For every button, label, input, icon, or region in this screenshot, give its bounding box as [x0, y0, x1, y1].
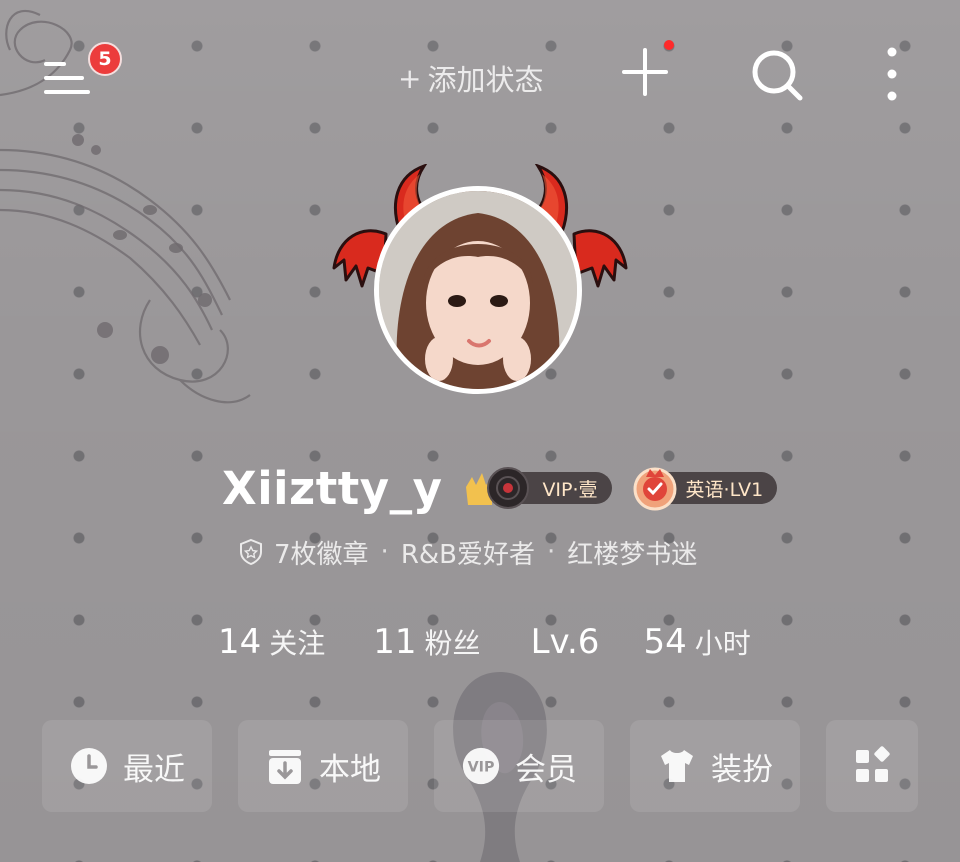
profile-stats: 14 关注 11 粉丝 Lv.6 54 小时: [218, 622, 751, 670]
recent-label: 最近: [123, 751, 185, 788]
local-button[interactable]: 本地: [238, 720, 408, 812]
followers-stat[interactable]: 11 粉丝: [373, 622, 480, 662]
listening-hours-stat[interactable]: 54 小时: [643, 622, 750, 662]
separator-dot: ·: [547, 537, 556, 567]
vip-button[interactable]: VIP 会员: [434, 720, 604, 812]
tag-rnb-fan: R&B爱好者: [400, 539, 535, 570]
menu-button[interactable]: 5: [30, 42, 122, 112]
badge-shield-icon: [240, 538, 262, 566]
apps-grid-icon: [852, 746, 892, 786]
vip-badge[interactable]: VIP·壹: [462, 467, 612, 509]
hamburger-menu-icon: [44, 62, 90, 94]
local-label: 本地: [319, 751, 381, 788]
top-bar: 5 + 添加状态: [0, 0, 960, 150]
separator-dot: ·: [380, 537, 389, 567]
avatar[interactable]: [374, 186, 582, 394]
new-indicator-dot: [664, 40, 674, 50]
create-button[interactable]: [616, 40, 680, 104]
more-apps-button[interactable]: [826, 720, 918, 812]
search-icon: [752, 50, 803, 101]
badges-count: 7枚徽章: [274, 539, 369, 570]
followers-label: 粉丝: [424, 627, 481, 660]
badges-and-tags[interactable]: 7枚徽章 · R&B爱好者 · 红楼梦书迷: [238, 532, 697, 572]
following-stat[interactable]: 14 关注: [218, 622, 325, 662]
add-status-label: 添加状态: [427, 63, 544, 97]
listening-hours-label: 小时: [694, 627, 751, 660]
avatar-with-frame: [328, 160, 632, 400]
clock-icon: [69, 746, 109, 786]
listening-hours-count: 54: [643, 622, 687, 662]
language-level-badge[interactable]: 英语·LV1: [632, 467, 778, 511]
dress-up-button[interactable]: 装扮: [630, 720, 800, 812]
vip-vinyl-icon: [466, 467, 530, 509]
add-status-button[interactable]: + 添加状态: [398, 56, 543, 100]
notification-count-badge: 5: [88, 42, 122, 76]
username: Xiiztty_y: [222, 461, 443, 515]
following-label: 关注: [269, 627, 326, 660]
add-status-plus: +: [398, 61, 422, 95]
dress-up-label: 装扮: [711, 751, 773, 788]
following-count: 14: [218, 622, 262, 662]
vip-label: 会员: [515, 751, 577, 788]
tag-hongloumeng-fan: 红楼梦书迷: [567, 539, 698, 570]
avatar-portrait-image: [379, 191, 577, 389]
vip-icon: VIP: [461, 746, 501, 786]
more-options-button[interactable]: [870, 44, 914, 104]
svg-text:VIP: VIP: [468, 760, 495, 776]
username-row: Xiiztty_y VIP·壹 英语·LV1: [222, 458, 778, 518]
more-vertical-icon: [887, 47, 897, 101]
language-badge-icon: [633, 467, 677, 511]
download-box-icon: [265, 746, 305, 786]
followers-count: 11: [373, 622, 417, 662]
search-button[interactable]: [748, 46, 808, 106]
level-stat[interactable]: Lv.6: [531, 622, 600, 662]
recent-button[interactable]: 最近: [42, 720, 212, 812]
user-level: Lv.6: [530, 622, 600, 662]
tshirt-icon: [657, 746, 697, 786]
